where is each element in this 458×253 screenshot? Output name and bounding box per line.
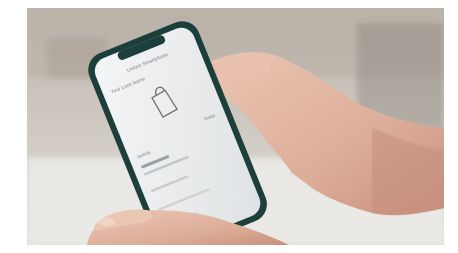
photo: Unlock Smartphone Your Lock Name Activit… — [27, 8, 444, 245]
left-fingernail — [99, 218, 115, 226]
photo-scene: Unlock Smartphone Your Lock Name Activit… — [27, 8, 444, 245]
